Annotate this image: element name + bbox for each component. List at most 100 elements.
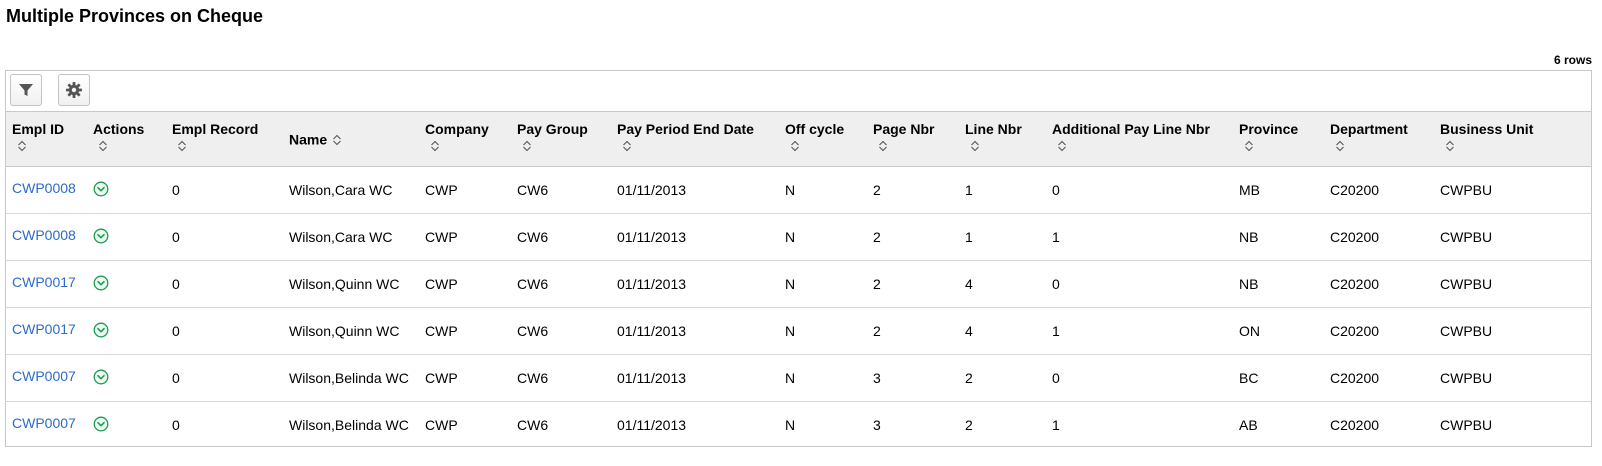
column-header-label: Company [425, 121, 489, 137]
cell-empl-id: CWP0017 [6, 307, 87, 355]
cell-name: Wilson,Quinn WC [283, 307, 419, 355]
column-header-department[interactable]: Department [1324, 112, 1434, 167]
row-actions-button[interactable] [93, 181, 109, 197]
cell-page-nbr: 2 [867, 213, 959, 261]
empl-id-link[interactable]: CWP0007 [12, 368, 76, 384]
empl-id-link[interactable]: CWP0017 [12, 274, 76, 290]
empl-id-link[interactable]: CWP0007 [12, 415, 76, 431]
settings-button[interactable] [58, 74, 90, 106]
cell-company: CWP [419, 260, 511, 308]
column-header-page-nbr[interactable]: Page Nbr [867, 112, 959, 167]
chevron-down-circle-icon [93, 322, 109, 337]
cell-business-unit: CWPBU [1434, 213, 1591, 261]
cell-page-nbr: 2 [867, 166, 959, 214]
cell-additional-pay-line-nbr: 1 [1046, 213, 1233, 261]
row-actions-button[interactable] [93, 275, 109, 291]
cell-empl-record: 0 [172, 417, 180, 433]
column-header-label: Business Unit [1440, 121, 1534, 137]
table-row: CWP0008 0 Wilson,Cara WC CWP CW6 01/11/2013 N 2… [6, 166, 1591, 214]
column-header-business-unit[interactable]: Business Unit [1434, 112, 1591, 167]
sort-icon [623, 140, 631, 152]
column-header-pay-group[interactable]: Pay Group [511, 112, 611, 167]
sort-icon [523, 140, 531, 152]
column-header-label: Line Nbr [965, 121, 1022, 137]
cell-province: BC [1233, 354, 1324, 402]
sort-icon [431, 140, 439, 152]
sort-icon [1446, 140, 1454, 152]
cell-department: C20200 [1324, 166, 1434, 214]
column-header-label: Province [1239, 121, 1299, 137]
cell-department: C20200 [1324, 354, 1434, 402]
row-actions-button[interactable] [93, 228, 109, 244]
cell-line-nbr: 2 [959, 354, 1046, 402]
cell-province: MB [1233, 166, 1324, 214]
sort-icon [178, 140, 186, 152]
cell-province: NB [1233, 260, 1324, 308]
chevron-down-circle-icon [93, 228, 109, 243]
column-header-label: Empl ID [12, 121, 65, 137]
cell-page-nbr: 2 [867, 260, 959, 308]
column-header-line-nbr[interactable]: Line Nbr [959, 112, 1046, 167]
sort-icon [1336, 140, 1344, 152]
cell-department: C20200 [1324, 213, 1434, 261]
empl-id-link[interactable]: CWP0017 [12, 321, 76, 337]
chevron-down-circle-icon [93, 416, 109, 431]
table-row: CWP0008 0 Wilson,Cara WC CWP CW6 01/11/2013 N 2… [6, 213, 1591, 261]
cell-pay-period-end-date: 01/11/2013 [611, 307, 779, 355]
chevron-down-circle-icon [93, 181, 109, 196]
page-title: Multiple Provinces on Cheque [6, 6, 264, 26]
filter-button[interactable] [10, 74, 42, 106]
table-header-row: Empl ID Actions Empl Record Name Company Pay … [6, 112, 1591, 167]
column-header-empl-id[interactable]: Empl ID [6, 112, 87, 167]
cell-business-unit: CWPBU [1434, 354, 1591, 402]
cell-pay-group: CW6 [511, 260, 611, 308]
row-actions-button[interactable] [93, 322, 109, 338]
column-header-off-cycle[interactable]: Off cycle [779, 112, 867, 167]
column-header-company[interactable]: Company [419, 112, 511, 167]
cell-empl-id: CWP0007 [6, 402, 87, 449]
gear-icon [66, 82, 82, 98]
cell-page-nbr: 3 [867, 354, 959, 402]
column-header-pay-period-end-date[interactable]: Pay Period End Date [611, 112, 779, 167]
cell-empl-id: CWP0008 [6, 213, 87, 261]
cell-line-nbr: 1 [959, 166, 1046, 214]
cell-company: CWP [419, 307, 511, 355]
column-header-label: Department [1330, 121, 1408, 137]
cell-department: C20200 [1330, 417, 1380, 433]
filter-icon [19, 84, 33, 96]
row-count: 6 rows [1553, 53, 1592, 67]
column-header-actions[interactable]: Actions [87, 112, 166, 167]
results-grid: Empl ID Actions Empl Record Name Company Pay … [5, 70, 1592, 447]
cell-actions [87, 166, 166, 214]
column-header-province[interactable]: Province [1233, 112, 1324, 167]
cell-name: Wilson,Cara WC [283, 213, 419, 261]
cell-empl-id: CWP0017 [6, 260, 87, 308]
cell-line-nbr: 2 [965, 417, 973, 433]
cell-additional-pay-line-nbr: 0 [1046, 166, 1233, 214]
column-header-empl-record[interactable]: Empl Record [166, 112, 283, 167]
column-header-additional-pay-line-nbr[interactable]: Additional Pay Line Nbr [1046, 112, 1233, 167]
row-actions-button[interactable] [93, 416, 109, 432]
cell-actions [87, 260, 166, 308]
cell-additional-pay-line-nbr: 1 [1052, 417, 1060, 433]
empl-id-link[interactable]: CWP0008 [12, 180, 76, 196]
table-body: CWP0008 0 Wilson,Cara WC CWP CW6 01/11/2013 N 2… [6, 166, 1591, 449]
cell-pay-group: CW6 [511, 166, 611, 214]
cell-empl-id: CWP0007 [6, 354, 87, 402]
cell-off-cycle: N [785, 417, 796, 433]
cell-province: ON [1233, 307, 1324, 355]
row-actions-button[interactable] [93, 369, 109, 385]
sort-icon [333, 134, 342, 145]
cell-company: CWP [425, 417, 458, 433]
grid-toolbar [6, 71, 1591, 112]
column-header-label: Pay Group [517, 121, 588, 137]
cell-pay-period-end-date: 01/11/2013 [611, 213, 779, 261]
column-header-label: Additional Pay Line Nbr [1052, 121, 1210, 137]
cell-line-nbr: 4 [959, 260, 1046, 308]
empl-id-link[interactable]: CWP0008 [12, 227, 76, 243]
sort-icon [99, 140, 107, 152]
cell-pay-group: CW6 [511, 307, 611, 355]
cell-actions [87, 307, 166, 355]
cell-business-unit: CWPBU [1440, 417, 1493, 433]
column-header-name[interactable]: Name [283, 112, 419, 167]
